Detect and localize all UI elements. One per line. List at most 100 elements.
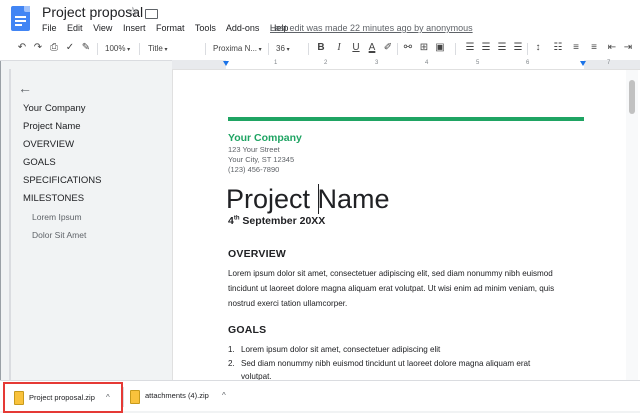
bulleted-list-icon[interactable]: ≡ bbox=[588, 42, 600, 54]
zip-file-icon bbox=[130, 390, 140, 404]
zip-file-icon bbox=[14, 391, 24, 405]
line-spacing-icon[interactable]: ↕ bbox=[532, 42, 544, 54]
decrease-indent-icon[interactable]: ⇤ bbox=[606, 42, 618, 54]
company-name: Your Company bbox=[228, 132, 302, 144]
divider bbox=[97, 43, 98, 55]
horizontal-ruler[interactable]: 1 2 3 4 5 6 7 bbox=[172, 60, 640, 70]
download-item-project-proposal[interactable]: Project proposal.zip ^ bbox=[3, 382, 123, 413]
menu-view[interactable]: View bbox=[93, 23, 112, 33]
menu-edit[interactable]: Edit bbox=[67, 23, 83, 33]
outline-item[interactable]: MILESTONES bbox=[23, 193, 84, 204]
outline-item[interactable]: Project Name bbox=[23, 121, 81, 132]
numbered-list-icon[interactable]: ≡ bbox=[570, 42, 582, 54]
outline-item[interactable]: GOALS bbox=[23, 157, 56, 168]
goal-line: Sed diam nonummy nibh euismod tincidunt … bbox=[241, 359, 531, 368]
goal-line: Lorem ipsum dolor sit amet, consectetuer… bbox=[241, 345, 441, 354]
justify-icon[interactable]: ☰ bbox=[512, 42, 524, 54]
text-cursor bbox=[318, 184, 319, 214]
ruler-margin-left bbox=[172, 60, 226, 69]
list-number: 2. bbox=[228, 359, 235, 368]
ruler-number: 3 bbox=[375, 60, 379, 66]
checklist-icon[interactable]: ☷ bbox=[552, 42, 564, 54]
outline-subitem[interactable]: Lorem Ipsum bbox=[32, 212, 82, 222]
divider bbox=[139, 43, 140, 55]
scrollbar-thumb[interactable] bbox=[629, 80, 635, 114]
outline-item[interactable]: Your Company bbox=[23, 103, 86, 114]
divider bbox=[205, 43, 206, 55]
redo-icon[interactable]: ↷ bbox=[32, 42, 44, 54]
menu-tools[interactable]: Tools bbox=[195, 23, 216, 33]
overview-line: Lorem ipsum dolor sit amet, consectetuer… bbox=[228, 269, 553, 278]
divider bbox=[308, 43, 309, 55]
last-edit-link[interactable]: Last edit was made 22 minutes ago by ano… bbox=[270, 23, 473, 33]
ruler-margin-right bbox=[584, 60, 640, 69]
paint-format-icon[interactable]: ✎ bbox=[80, 42, 92, 54]
back-arrow-icon[interactable]: ← bbox=[18, 80, 32, 96]
menu-format[interactable]: Format bbox=[156, 23, 185, 33]
outline-subitem[interactable]: Dolor Sit Amet bbox=[32, 230, 86, 240]
highlight-icon[interactable]: ✐ bbox=[382, 42, 394, 54]
zoom-select[interactable]: 100% bbox=[105, 43, 130, 55]
google-docs-logo-icon[interactable] bbox=[11, 6, 30, 31]
overview-line: tincidunt ut laoreet dolore magna aliqua… bbox=[228, 284, 555, 293]
address-line: 123 Your Street bbox=[228, 145, 280, 154]
project-name-title: Project Name bbox=[226, 184, 390, 214]
underline-button[interactable]: U bbox=[350, 42, 362, 54]
toolbar: ↶ ↷ ⎙ ✓ ✎ 100% Title Proxima N... 36 B I… bbox=[0, 38, 640, 61]
download-filename: Project proposal.zip bbox=[29, 393, 95, 402]
menu-insert[interactable]: Insert bbox=[123, 23, 146, 33]
style-select[interactable]: Title bbox=[148, 43, 198, 55]
address-line: (123) 456-7890 bbox=[228, 165, 280, 174]
left-indent-marker[interactable] bbox=[223, 61, 229, 66]
overview-heading: OVERVIEW bbox=[228, 248, 287, 260]
ruler-number: 1 bbox=[274, 60, 278, 66]
goal-line: volutpat. bbox=[241, 372, 272, 380]
bold-button[interactable]: B bbox=[315, 42, 327, 54]
increase-indent-icon[interactable]: ⇥ bbox=[622, 42, 634, 54]
ruler-number: 7 bbox=[607, 60, 611, 66]
menu-addons[interactable]: Add-ons bbox=[226, 23, 260, 33]
menu-bar: File Edit View Insert Format Tools Add-o… bbox=[42, 23, 296, 33]
chevron-up-icon[interactable]: ^ bbox=[222, 385, 226, 407]
ruler-number: 6 bbox=[526, 60, 530, 66]
outline-item[interactable]: SPECIFICATIONS bbox=[23, 175, 101, 186]
divider bbox=[397, 43, 398, 55]
align-left-icon[interactable]: ☰ bbox=[464, 42, 476, 54]
image-icon[interactable]: ▣ bbox=[434, 42, 446, 54]
divider bbox=[123, 387, 124, 407]
print-icon[interactable]: ⎙ bbox=[48, 42, 60, 54]
goals-heading: GOALS bbox=[228, 324, 267, 336]
ruler-number: 4 bbox=[425, 60, 429, 66]
comment-icon[interactable]: ⊞ bbox=[418, 42, 430, 54]
font-size-select[interactable]: 36 bbox=[276, 43, 290, 55]
align-right-icon[interactable]: ☰ bbox=[496, 42, 508, 54]
document-page[interactable]: Your Company 123 Your Street Your City, … bbox=[172, 70, 640, 380]
menu-file[interactable]: File bbox=[42, 23, 57, 33]
move-to-folder-icon[interactable] bbox=[145, 9, 158, 19]
accent-rule bbox=[228, 117, 584, 121]
outline-item[interactable]: OVERVIEW bbox=[23, 139, 74, 150]
divider bbox=[455, 43, 456, 55]
address-line: Your City, ST 12345 bbox=[228, 155, 295, 164]
overview-line: nostrud exerci tation ullamcorper. bbox=[228, 299, 348, 308]
divider bbox=[268, 43, 269, 55]
italic-button[interactable]: I bbox=[333, 42, 345, 54]
chevron-up-icon[interactable]: ^ bbox=[106, 384, 110, 411]
undo-icon[interactable]: ↶ bbox=[16, 42, 28, 54]
spellcheck-icon[interactable]: ✓ bbox=[64, 42, 76, 54]
font-select[interactable]: Proxima N... bbox=[213, 43, 262, 55]
align-center-icon[interactable]: ☰ bbox=[480, 42, 492, 54]
title-bar: Project proposal ☆ File Edit View Insert… bbox=[0, 0, 640, 38]
download-filename: attachments (4).zip bbox=[145, 391, 209, 400]
right-indent-marker[interactable] bbox=[580, 61, 586, 66]
vertical-ruler[interactable] bbox=[9, 69, 11, 380]
project-date: 4th September 20XX bbox=[228, 215, 326, 227]
downloads-bar: Project proposal.zip ^ attachments (4).z… bbox=[0, 380, 640, 413]
vertical-scrollbar[interactable] bbox=[626, 70, 638, 380]
download-item-attachments[interactable]: attachments (4).zip ^ bbox=[126, 385, 236, 407]
text-color-button[interactable]: A bbox=[366, 42, 378, 54]
list-number: 1. bbox=[228, 345, 235, 354]
star-icon[interactable]: ☆ bbox=[127, 4, 139, 20]
link-icon[interactable]: ⚯ bbox=[402, 42, 414, 54]
divider bbox=[527, 43, 528, 55]
